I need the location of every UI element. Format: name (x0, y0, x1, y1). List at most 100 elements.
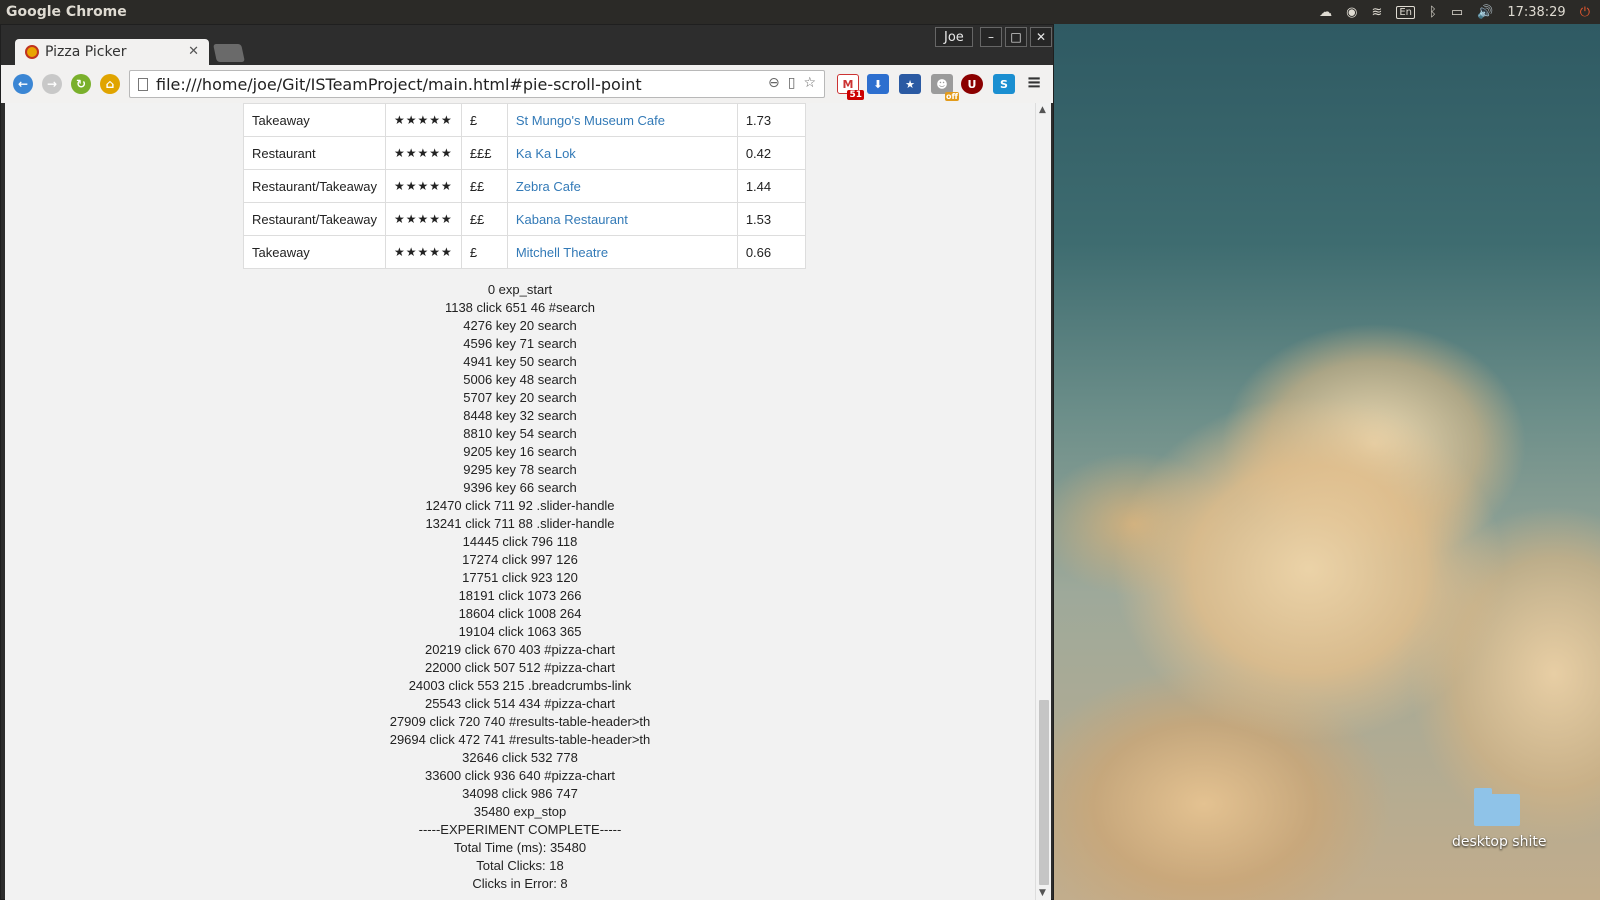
restaurant-type-cell: Takeaway (242, 103, 387, 137)
top-panel: Google Chrome ☁ ◉ ≋ En ᛒ ▭ 🔊 17:38:29 ⏻ (0, 0, 1600, 24)
restaurant-name-cell: Zebra Cafe (506, 169, 738, 203)
chrome-menu-icon[interactable]: ≡ (1023, 72, 1045, 93)
log-line: 1138 click 651 46 #search (444, 300, 596, 315)
log-line: 9396 key 66 search (463, 480, 577, 495)
price-cell: £ (460, 103, 508, 137)
gmail-extension-icon[interactable]: M 51 (837, 74, 864, 100)
log-line: 8810 key 54 search (463, 426, 577, 441)
distance-cell: 0.66 (736, 235, 806, 269)
log-line: 18191 click 1073 266 (458, 588, 582, 603)
forward-arrow-icon[interactable]: → (42, 74, 62, 94)
log-line: 22000 click 507 512 #pizza-chart (424, 660, 616, 675)
log-line: 33600 click 936 640 #pizza-chart (424, 768, 616, 783)
distance-cell: 0.42 (736, 136, 806, 170)
power-icon[interactable]: ⏻ (1580, 5, 1590, 20)
back-arrow-icon[interactable]: ← (13, 74, 33, 94)
minimize-button[interactable]: – (980, 27, 1002, 47)
zoom-icon[interactable]: ⊖ (768, 75, 780, 91)
rating-cell: ★★★★★ (385, 202, 462, 236)
download-extension-icon[interactable]: ⬇ (867, 74, 889, 94)
restaurant-link[interactable]: Mitchell Theatre (516, 245, 608, 260)
volume-icon[interactable]: 🔊 (1477, 5, 1493, 20)
log-line: 5006 key 48 search (463, 372, 577, 387)
distance-cell: 1.53 (736, 202, 806, 236)
close-tab-icon[interactable]: ✕ (188, 44, 199, 59)
table-row: Restaurant ★★★★★ £££ Ka Ka Lok 0.42 (242, 136, 806, 170)
rating-cell: ★★★★★ (385, 136, 462, 170)
rating-cell: ★★★★★ (385, 169, 462, 203)
table-row: Restaurant/Takeaway ★★★★★ ££ Zebra Cafe 1.44 (242, 169, 806, 203)
log-line: -----EXPERIMENT COMPLETE----- (418, 822, 622, 837)
desktop-folder[interactable]: desktop shite (1452, 788, 1547, 850)
log-line: Total Time (ms): 35480 (453, 840, 587, 855)
log-line: 25543 click 514 434 #pizza-chart (424, 696, 616, 711)
reload-icon[interactable]: ↻ (71, 74, 91, 94)
close-window-button[interactable]: ✕ (1030, 27, 1052, 47)
restaurant-link[interactable]: Zebra Cafe (516, 179, 581, 194)
bookmark-star-icon[interactable]: ☆ (803, 75, 816, 91)
scrollbar-thumb[interactable] (1039, 700, 1049, 885)
restaurant-type-cell: Restaurant/Takeaway (242, 169, 387, 203)
chrome-icon[interactable]: ◉ (1346, 5, 1357, 20)
log-line: 8448 key 32 search (463, 408, 577, 423)
tab-strip: Pizza Picker ✕ Joe – □ ✕ (1, 25, 1053, 65)
restaurant-link[interactable]: Kabana Restaurant (516, 212, 628, 227)
restaurant-name-cell: St Mungo's Museum Cafe (506, 103, 738, 137)
sync-extension-icon[interactable]: S (993, 74, 1015, 94)
pizza-favicon-icon (25, 45, 39, 59)
maximize-button[interactable]: □ (1005, 27, 1027, 47)
restaurant-link[interactable]: St Mungo's Museum Cafe (516, 113, 665, 128)
price-cell: ££ (460, 202, 508, 236)
active-app-name: Google Chrome (6, 4, 127, 20)
profile-button[interactable]: Joe (935, 27, 973, 47)
distance-cell: 1.44 (736, 169, 806, 203)
log-line: 35480 exp_stop (473, 804, 567, 819)
experiment-log: 0 exp_start 1138 click 651 46 #search 4276… (243, 281, 797, 893)
log-line: 19104 click 1063 365 (458, 624, 582, 639)
restaurant-name-cell: Ka Ka Lok (506, 136, 738, 170)
keyboard-layout-indicator[interactable]: En (1396, 5, 1416, 19)
log-line: 20219 click 670 403 #pizza-chart (424, 642, 616, 657)
price-cell: ££ (460, 169, 508, 203)
reader-icon[interactable]: ▯ (788, 75, 796, 91)
new-tab-button[interactable] (213, 44, 245, 62)
log-line: 17274 click 997 126 (462, 552, 578, 567)
page-viewport: Takeaway ★★★★★ £ St Mungo's Museum Cafe 1.73… (5, 103, 1035, 900)
clock[interactable]: 17:38:29 (1507, 5, 1565, 20)
page-scrollbar[interactable]: ▲ ▼ (1035, 103, 1051, 900)
battery-icon[interactable]: ▭ (1451, 5, 1463, 20)
desktop-folder-label: desktop shite (1452, 834, 1547, 850)
log-line: 27909 click 720 740 #results-table-heade… (389, 714, 651, 729)
cloud-icon[interactable]: ☁ (1319, 5, 1332, 20)
log-line: Total Clicks: 18 (476, 858, 564, 873)
log-line: 9205 key 16 search (463, 444, 577, 459)
bluetooth-icon[interactable]: ᛒ (1429, 5, 1437, 20)
tab-pizza-picker[interactable]: Pizza Picker ✕ (15, 39, 209, 65)
address-bar[interactable]: file:///home/joe/Git/ISTeamProject/main.… (129, 70, 825, 98)
log-line: 0 exp_start (487, 282, 553, 297)
browser-window: Pizza Picker ✕ Joe – □ ✕ ← → ↻ ⌂ file://… (0, 24, 1054, 900)
wifi-icon[interactable]: ≋ (1371, 5, 1382, 20)
scroll-up-arrow-icon[interactable]: ▲ (1039, 105, 1046, 115)
ublock-extension-icon[interactable]: U (961, 74, 983, 94)
home-icon[interactable]: ⌂ (100, 74, 120, 94)
log-line: 34098 click 986 747 (462, 786, 578, 801)
log-line: Clicks in Error: 8 (472, 876, 568, 891)
browser-toolbar: ← → ↻ ⌂ file:///home/joe/Git/ISTeamProje… (1, 65, 1053, 103)
folder-icon (1474, 788, 1520, 826)
restaurant-type-cell: Takeaway (242, 235, 387, 269)
restaurant-name-cell: Kabana Restaurant (506, 202, 738, 236)
scroll-down-arrow-icon[interactable]: ▼ (1039, 888, 1046, 898)
table-row: Takeaway ★★★★★ £ Mitchell Theatre 0.66 (242, 235, 806, 269)
log-line: 32646 click 532 778 (462, 750, 578, 765)
table-row: Restaurant/Takeaway ★★★★★ ££ Kabana Restaur… (242, 202, 806, 236)
robot-extension-icon[interactable]: ☻ off (931, 74, 959, 101)
tab-title: Pizza Picker (45, 44, 127, 60)
page-icon (138, 77, 148, 91)
rating-cell: ★★★★★ (385, 103, 462, 137)
desktop-wallpaper: desktop shite (1054, 24, 1600, 900)
distance-cell: 1.73 (736, 103, 806, 137)
restaurant-link[interactable]: Ka Ka Lok (516, 146, 576, 161)
star-extension-icon[interactable]: ★ (899, 74, 921, 94)
url-text[interactable]: file:///home/joe/Git/ISTeamProject/main.… (156, 75, 642, 94)
